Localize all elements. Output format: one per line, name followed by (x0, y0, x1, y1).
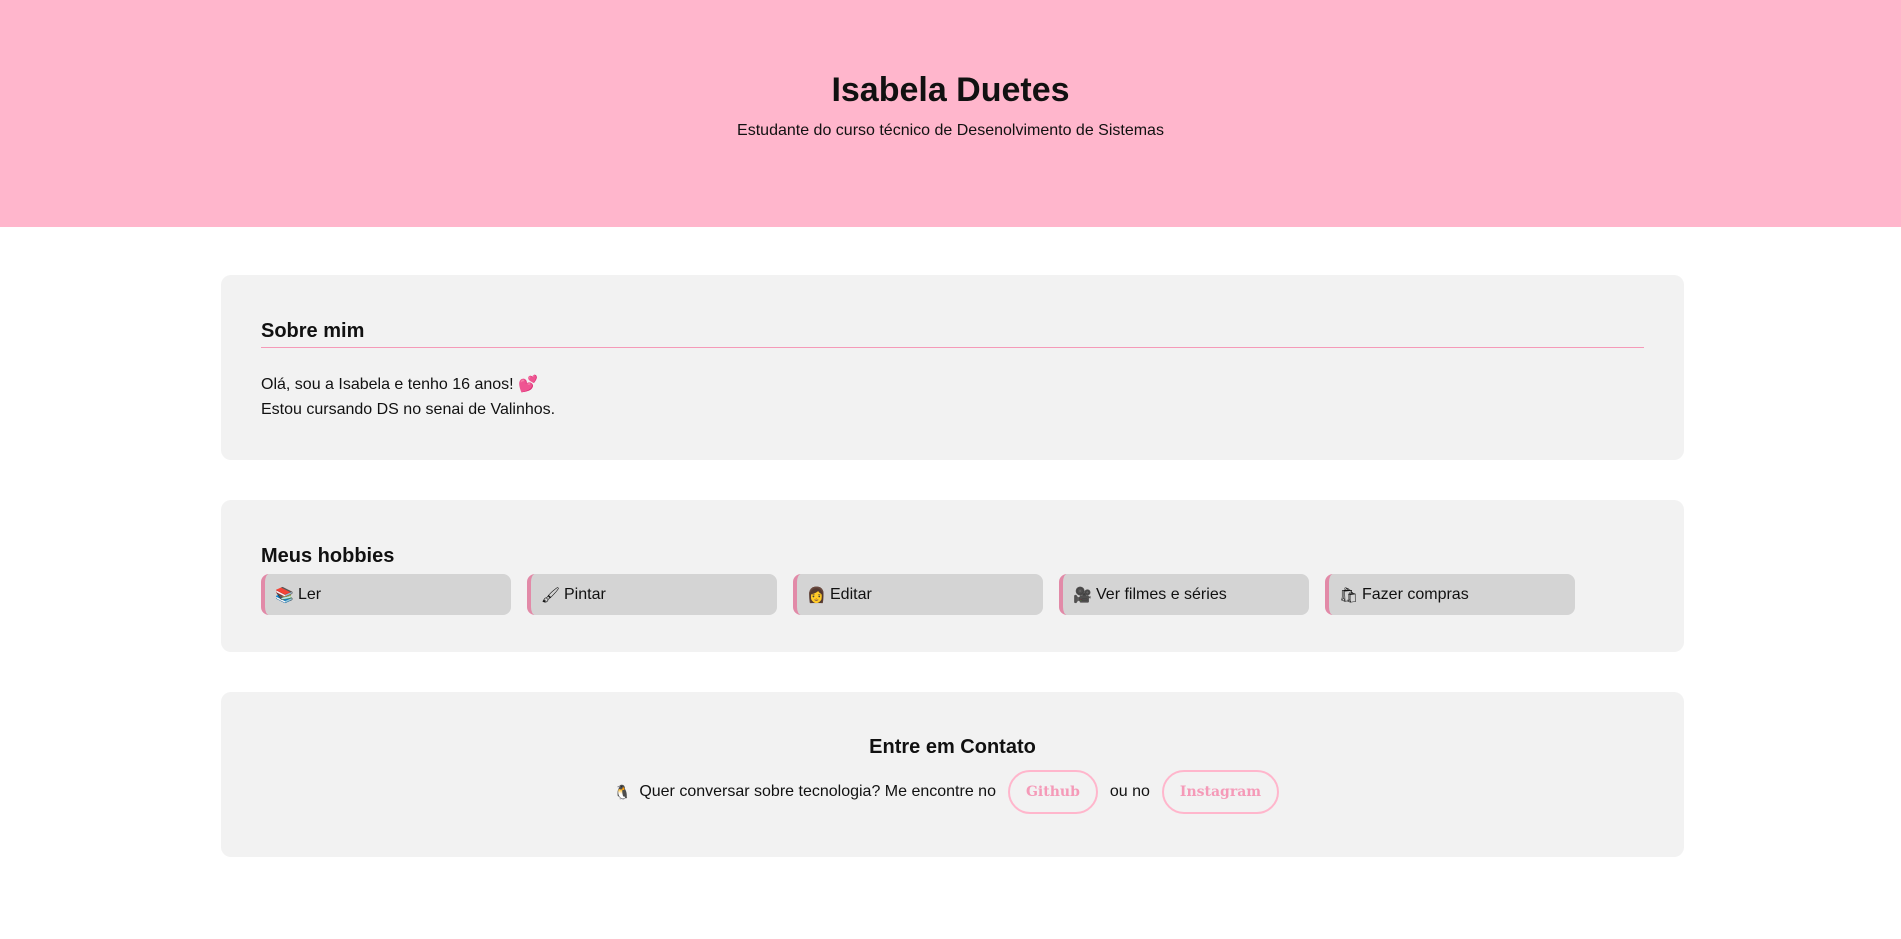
books-icon: 📚 (275, 586, 294, 604)
editor-icon: 👩 (807, 586, 826, 604)
contact-or-text: ou no (1109, 783, 1150, 800)
about-title: Sobre mim (261, 320, 1644, 348)
hobby-label: Ler (298, 585, 322, 603)
hobby-label: Pintar (564, 585, 606, 603)
about-line-2: Estou cursando DS no senai de Valinhos. (261, 401, 556, 418)
hobby-label: Editar (830, 585, 872, 603)
contact-section: Entre em Contato 🐧 Quer conversar sobre … (221, 692, 1684, 857)
two-hearts-icon: 💕 (518, 376, 538, 393)
shopping-bags-icon: 🛍 (1339, 586, 1359, 604)
hobby-item-editar[interactable]: 👩 Editar (793, 574, 1043, 615)
contact-text: Quer conversar sobre tecnologia? Me enco… (639, 783, 996, 800)
hobby-list: 📚 Ler 🖌 Pintar 👩 Editar 🎥 Ver filmes e s… (261, 574, 1644, 615)
hobby-item-ler[interactable]: 📚 Ler (261, 574, 511, 615)
hobby-item-compras[interactable]: 🛍 Fazer compras (1325, 574, 1575, 615)
github-link-button[interactable]: Github (1007, 770, 1098, 814)
hobby-label: Fazer compras (1362, 585, 1469, 603)
hobby-item-pintar[interactable]: 🖌 Pintar (527, 574, 777, 615)
hobby-item-filmes[interactable]: 🎥 Ver filmes e séries (1059, 574, 1309, 615)
movie-camera-icon: 🎥 (1073, 586, 1092, 604)
paintbrush-icon: 🖌 (541, 586, 561, 604)
page-title: Isabela Duetes (831, 71, 1070, 109)
page-subtitle: Estudante do curso técnico de Desenolvim… (737, 122, 1164, 139)
hobbies-title: Meus hobbies (261, 545, 395, 567)
instagram-link-button[interactable]: Instagram (1161, 770, 1280, 814)
hobby-label: Ver filmes e séries (1096, 585, 1227, 603)
penguin-icon: 🐧 (613, 783, 632, 800)
hobbies-section: Meus hobbies 📚 Ler 🖌 Pintar 👩 Editar 🎥 V… (221, 500, 1684, 652)
contact-line: 🐧 Quer conversar sobre tecnologia? Me en… (261, 770, 1644, 814)
page-header: Isabela Duetes Estudante do curso técnic… (0, 0, 1901, 227)
contact-title: Entre em Contato (869, 736, 1036, 758)
about-text: Olá, sou a Isabela e tenho 16 anos! 💕 Es… (261, 372, 1644, 422)
about-section: Sobre mim Olá, sou a Isabela e tenho 16 … (221, 275, 1684, 460)
about-line-1: Olá, sou a Isabela e tenho 16 anos! (261, 376, 514, 393)
